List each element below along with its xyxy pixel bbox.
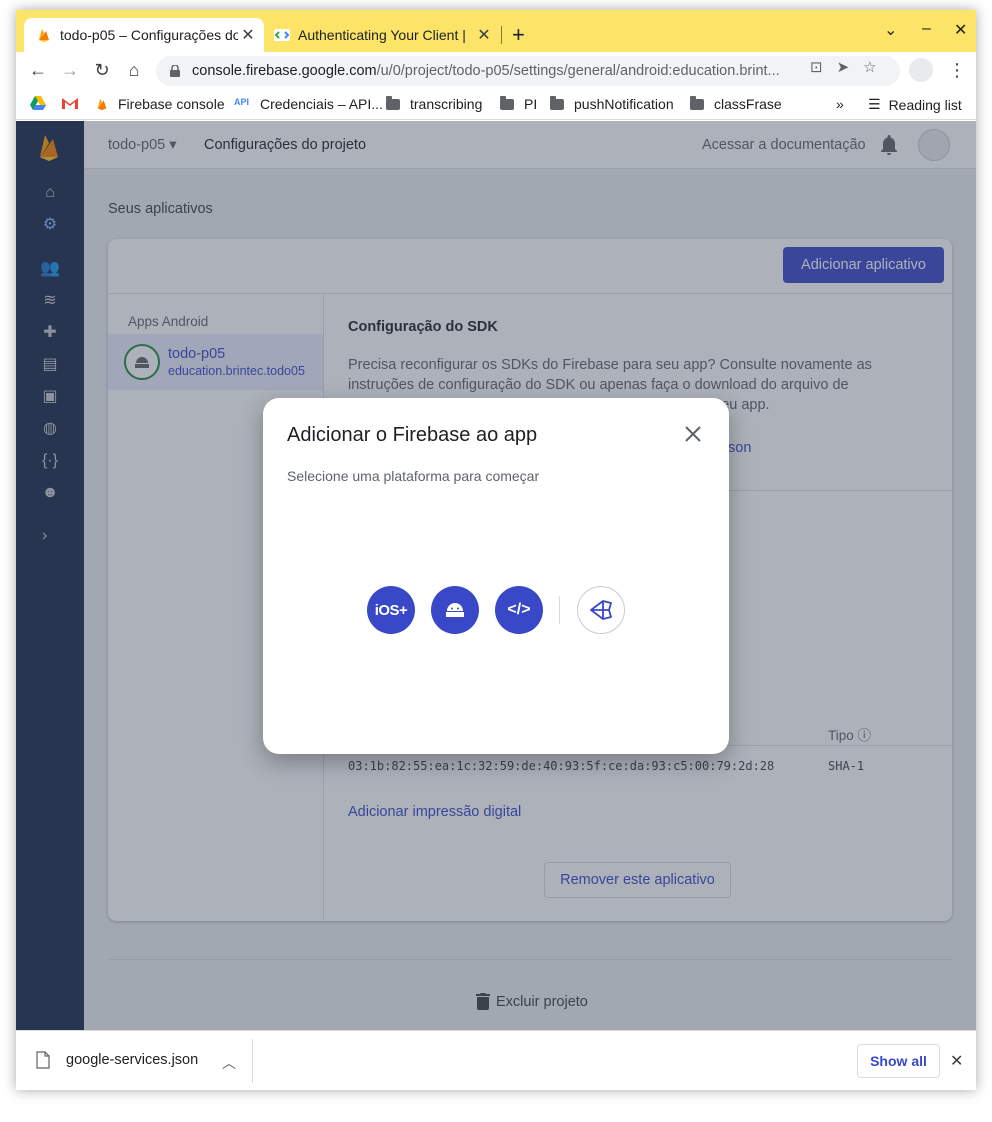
folder-icon [550,95,564,110]
close-tab-icon[interactable]: ✕ [238,25,258,45]
home-icon[interactable]: ⌂ [122,58,146,82]
close-window-icon[interactable]: ✕ [954,20,967,40]
address-bar[interactable]: console.firebase.google.com /u/0/project… [156,56,900,86]
tab-title: todo-p05 – Configurações do [60,27,238,43]
folder-icon [386,95,400,110]
tab-separator [501,26,502,44]
web-platform-button[interactable]: </> [495,586,543,634]
drive-icon [30,96,46,110]
unity-icon [590,600,612,620]
bookmarks-overflow[interactable]: » [836,96,844,112]
download-item[interactable]: google-services.json [36,1051,198,1069]
bookmark-label: classFrase [714,96,782,112]
menu-icon[interactable]: ⋮ [948,60,966,81]
tab-search-icon[interactable]: ⌄ [884,20,897,40]
android-icon [446,603,464,617]
firebase-icon [97,98,107,111]
reading-list-icon: ☰ [868,96,881,112]
bookmark-label: Credenciais – API... [260,96,383,112]
firebase-console: ⌂ ⚙ 👥 ≋ ✚ ▤ ▣ ◍ {·} ☻ › todo-p05 ▾ Confi… [16,121,976,1030]
bookmark-gmail[interactable] [62,96,86,110]
bookmark-pushnotification[interactable]: pushNotification [550,95,674,112]
dialog-title: Adicionar o Firebase ao app [287,424,538,446]
bookmark-drive[interactable] [30,96,54,110]
platform-divider [559,596,560,624]
close-download-bar-icon[interactable]: ✕ [950,1051,963,1071]
bookmark-label: PI [524,96,538,112]
api-icon: API [234,97,250,107]
gmail-icon [62,98,78,109]
dialog-subtitle: Selecione uma plataforma para começar [287,468,540,484]
bookmark-label: pushNotification [574,96,674,112]
bookmark-pi[interactable]: PI [500,95,538,112]
bookmark-classfrase[interactable]: classFrase [690,95,782,112]
browser-toolbar: ← → ↻ ⌂ console.firebase.google.com /u/0… [16,52,976,88]
bookmark-label: transcribing [410,96,483,112]
tab-firebase[interactable]: todo-p05 – Configurações do ✕ [24,18,264,52]
show-all-button[interactable]: Show all [857,1044,940,1078]
reading-list[interactable]: ☰ Reading list [868,96,962,113]
folder-icon [690,95,704,110]
lock-icon [170,65,180,77]
android-platform-button[interactable] [431,586,479,634]
unity-platform-button[interactable] [577,586,625,634]
code-brackets-icon: </> [507,601,531,618]
file-icon [36,1051,50,1069]
bookmark-label: Firebase console [118,96,225,112]
tab-title: Authenticating Your Client | [298,27,466,43]
omnibox-actions: ⊡ ➤ ☆ [810,58,877,76]
send-icon[interactable]: ➤ [837,58,850,76]
close-icon[interactable] [683,424,703,444]
firebase-icon [39,29,49,42]
tab-strip: todo-p05 – Configurações do ✕ Authentica… [16,10,976,52]
browser-window: todo-p05 – Configurações do ✕ Authentica… [16,10,976,1090]
forward-icon[interactable]: → [58,58,82,82]
tab-authenticating[interactable]: Authenticating Your Client | ✕ [268,18,502,52]
bookmark-firebase[interactable]: Firebase console [94,96,225,112]
ios-icon: iOS+ [374,601,408,619]
url-path: /u/0/project/todo-p05/settings/general/a… [376,63,780,79]
add-firebase-dialog: Adicionar o Firebase ao app Selecione um… [263,398,729,754]
chevron-up-icon[interactable]: ︿ [222,1053,236,1073]
star-icon[interactable]: ☆ [863,58,876,76]
ios-platform-button[interactable]: iOS+ [367,586,415,634]
profile-avatar[interactable] [909,58,933,82]
bookmark-credenciais[interactable]: API Credenciais – API... [234,96,383,112]
download-separator [252,1039,253,1083]
back-icon[interactable]: ← [26,58,50,82]
download-bar: google-services.json ︿ Show all ✕ [16,1030,976,1090]
reload-icon[interactable]: ↻ [90,58,114,82]
translate-icon[interactable]: ⊡ [810,58,823,76]
new-tab-icon[interactable]: + [512,22,525,48]
close-tab-icon[interactable]: ✕ [474,25,494,45]
bookmarks-bar: Firebase console API Credenciais – API..… [16,88,976,120]
reading-list-label: Reading list [888,96,962,113]
download-filename: google-services.json [66,1052,199,1068]
minimize-icon[interactable]: – [922,20,931,38]
url-host: console.firebase.google.com [192,63,377,79]
bookmark-transcribing[interactable]: transcribing [386,95,483,112]
folder-icon [500,95,514,110]
code-icon [274,29,290,41]
